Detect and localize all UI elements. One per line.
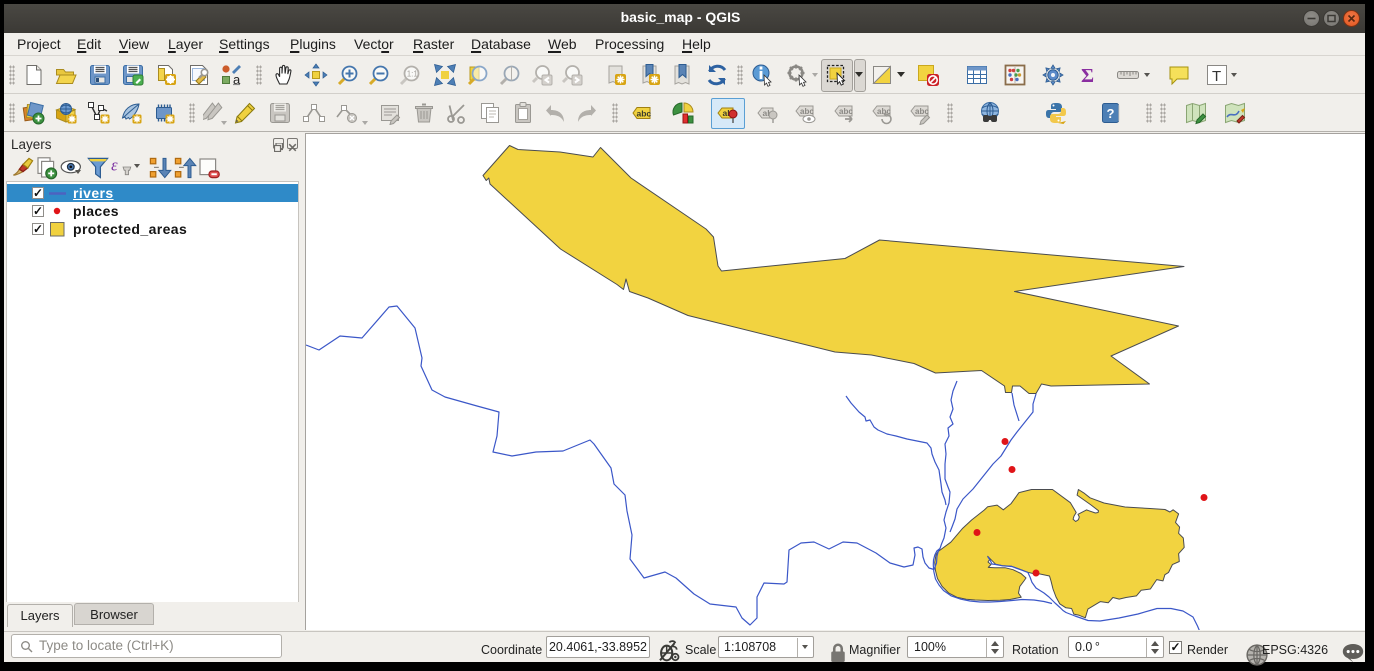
svg-text:abc: abc bbox=[637, 109, 652, 119]
svg-text:Σ: Σ bbox=[1081, 65, 1094, 87]
svg-text:ε: ε bbox=[111, 155, 118, 174]
svg-text:abc: abc bbox=[839, 107, 853, 116]
svg-text:T: T bbox=[1212, 68, 1221, 85]
svg-text:abc: abc bbox=[800, 107, 814, 116]
svg-text:1:1: 1:1 bbox=[407, 70, 419, 79]
svg-text:?: ? bbox=[1107, 106, 1115, 121]
